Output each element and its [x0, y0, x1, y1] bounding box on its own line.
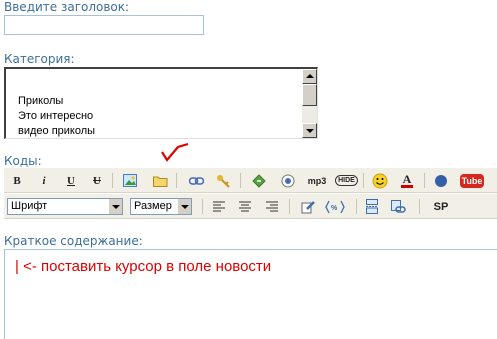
check-mark-annotation [161, 142, 189, 162]
folder-icon [152, 176, 167, 187]
key-icon [216, 174, 230, 188]
align-center-button[interactable] [236, 198, 254, 215]
scroll-up-button[interactable] [302, 69, 317, 84]
title-input[interactable] [4, 15, 204, 35]
svg-text:%: % [331, 205, 338, 212]
image-icon [123, 174, 137, 187]
size-select[interactable]: Размер [130, 198, 192, 215]
underline-button[interactable]: U [62, 172, 80, 189]
insert-mp3-button[interactable]: mp3 [305, 172, 329, 189]
upload-file-button[interactable] [151, 172, 169, 189]
smiley-icon [372, 173, 388, 188]
spoiler-button[interactable]: SP [430, 198, 452, 215]
page-link-icon [391, 199, 406, 213]
align-right-button[interactable] [263, 198, 281, 215]
font-color-button[interactable]: A [398, 172, 416, 189]
insert-key-button[interactable] [214, 172, 232, 189]
align-left-icon [213, 201, 225, 212]
link-icon [188, 176, 204, 185]
summary-label: Краткое содержание: [4, 234, 143, 248]
category-option[interactable]: Это интересно [18, 110, 93, 122]
align-left-button[interactable] [210, 198, 228, 215]
page-link-button[interactable] [390, 198, 408, 215]
bbcode-toolbar-row-2: Шрифт Размер % SP [4, 194, 497, 219]
scroll-thumb[interactable] [302, 84, 317, 106]
align-right-icon [266, 201, 278, 212]
codes-label: Коды: [4, 154, 42, 168]
insert-youtube-button[interactable]: Tube [459, 172, 485, 189]
insert-leech-button[interactable] [432, 172, 450, 189]
category-listbox[interactable]: Приколы Это интересно видео приколы [4, 67, 318, 139]
flash-icon [251, 173, 266, 188]
page-break-icon [366, 199, 378, 214]
edit-button[interactable] [299, 198, 317, 215]
chevron-down-icon [108, 199, 122, 214]
youtube-icon: Tube [459, 173, 485, 188]
category-option[interactable]: видео приколы [18, 125, 95, 137]
strike-button[interactable]: U [88, 172, 106, 189]
category-label: Категория: [4, 52, 75, 66]
title-label: Введите заголовок: [4, 0, 130, 14]
media-icon [281, 174, 295, 187]
code-icon: % [325, 200, 345, 213]
scroll-down-button[interactable] [302, 123, 317, 138]
insert-link-button[interactable] [187, 172, 205, 189]
italic-button[interactable]: i [35, 172, 53, 189]
compass-icon [435, 174, 447, 187]
chevron-down-icon [177, 199, 191, 214]
cursor-hint-annotation: | <- поставить курсор в поле новости [15, 258, 272, 275]
smiley-button[interactable] [371, 172, 389, 189]
font-select[interactable]: Шрифт [7, 198, 123, 215]
pencil-icon [301, 200, 315, 213]
insert-video-button[interactable] [279, 172, 297, 189]
hide-button[interactable]: HIDE [334, 172, 359, 189]
category-option[interactable]: Приколы [18, 95, 63, 107]
insert-flash-button[interactable] [250, 172, 268, 189]
insert-image-button[interactable] [121, 172, 139, 189]
align-center-icon [239, 201, 251, 212]
bbcode-toolbar-row-1: B i U U mp3 HIDE A Tube [4, 168, 497, 193]
page-break-button[interactable] [363, 198, 381, 215]
color-swatch [401, 184, 413, 188]
code-button[interactable]: % [324, 198, 346, 215]
bold-button[interactable]: B [8, 172, 26, 189]
category-scrollbar[interactable] [302, 69, 317, 138]
